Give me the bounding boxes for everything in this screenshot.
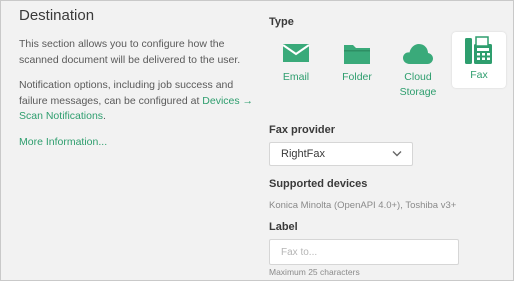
section-description: This section allows you to configure how… [19,38,241,66]
label-field-label: Label [269,221,298,233]
fax-provider-label: Fax provider [269,124,336,136]
destination-panel: Destination This section allows you to c… [0,0,514,281]
chevron-down-icon [392,151,402,157]
section-title: Destination [19,7,95,24]
supported-devices-value: Konica Minolta (OpenAPI 4.0+), Toshiba v… [269,200,457,211]
notification-end: . [103,110,106,122]
folder-icon [344,45,370,64]
label-hint: Maximum 25 characters [269,267,360,277]
label-input[interactable] [269,239,459,265]
fax-icon [465,36,492,64]
type-option-label: Fax [470,69,488,81]
type-option-folder[interactable]: Folder [330,34,384,102]
supported-devices-label: Supported devices [269,178,368,190]
type-option-cloud-storage[interactable]: Cloud Storage [391,34,445,102]
fax-provider-select[interactable]: RightFax [269,142,413,166]
type-option-fax[interactable]: Fax [452,32,506,88]
more-information-link[interactable]: More Information... [19,136,107,148]
envelope-icon [282,44,310,62]
type-option-label: Folder [342,71,372,83]
notification-description: Notification options, including job succ… [19,78,255,125]
type-option-label: Cloud Storage [399,71,437,98]
cloud-icon [403,44,433,64]
type-option-label: Email [282,71,310,83]
fax-provider-value: RightFax [281,148,326,160]
type-label: Type [269,16,294,28]
type-option-email[interactable]: Email [269,34,323,102]
